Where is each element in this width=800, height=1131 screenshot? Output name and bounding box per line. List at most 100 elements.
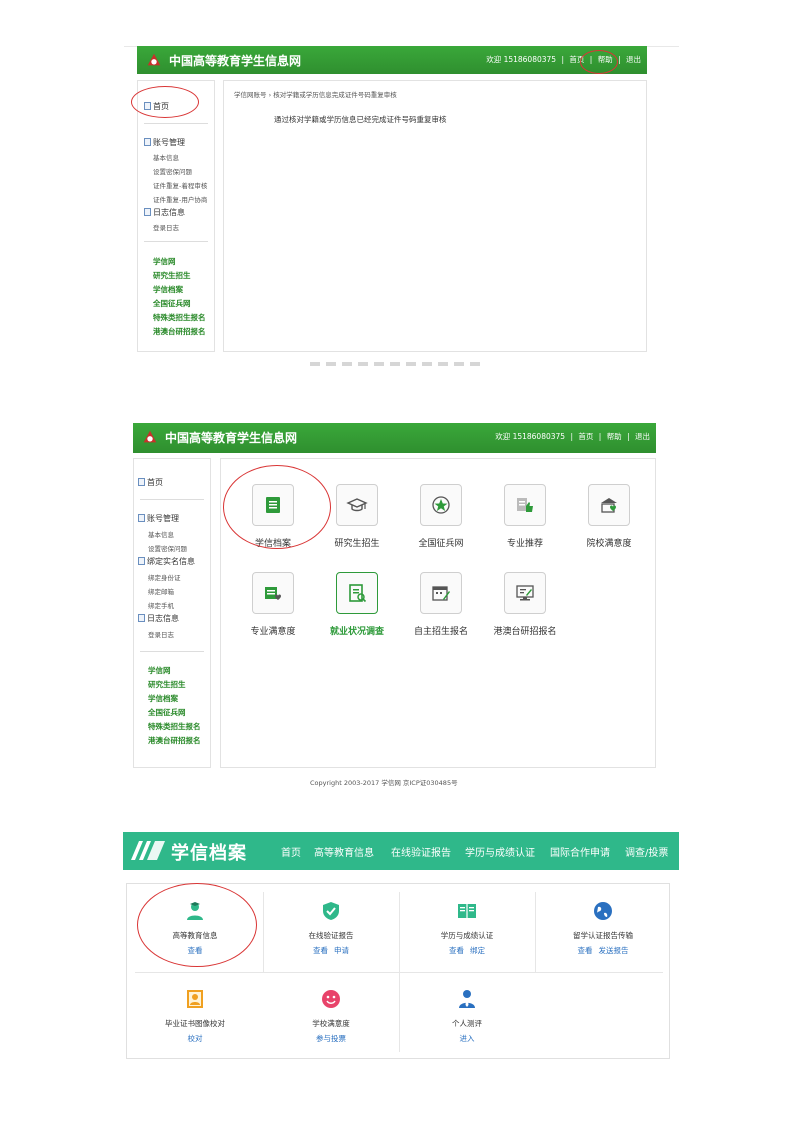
nav-logout[interactable]: 退出 [635,432,650,441]
sidebar-link[interactable]: 港澳台研招报名 [153,326,206,337]
card-diploma-image-check[interactable]: 毕业证书图像校对 校对 [127,988,263,1044]
sidebar-link[interactable]: 学信网 [153,256,176,267]
nav-help[interactable]: 帮助 [607,432,622,441]
sidebar-link[interactable]: 学信档案 [148,693,178,704]
page-icon [138,614,145,622]
sidebar-subitem[interactable]: 证件重复-着程审核 [153,180,207,190]
link-check[interactable]: 校对 [188,1034,203,1043]
sidebar-subitem[interactable]: 基本信息 [148,529,174,539]
sidebar-link[interactable]: 全国征兵网 [153,298,191,309]
id-photo-icon [187,990,203,1008]
header-nav: 欢迎 15186080375 | 首页 | 帮助 | 退出 [495,432,650,441]
thumbs-up-icon [517,498,533,512]
sidebar-link[interactable]: 特殊类招生报名 [153,312,206,323]
page-icon [144,208,151,216]
page-icon [138,514,145,522]
header-bar: 中国高等教育学生信息网 欢迎 15186080375 | 首页 | 帮助 | 退… [137,46,647,74]
nav-home[interactable]: 首页 [578,432,593,441]
nav-international[interactable]: 国际合作申请 [550,844,610,859]
link-apply[interactable]: 申请 [334,946,349,955]
sidebar-item-realname[interactable]: 绑定实名信息 [138,556,195,567]
link-bind[interactable]: 绑定 [470,946,485,955]
sidebar-subitem[interactable]: 绑定手机 [148,600,174,610]
nav-survey[interactable]: 调查/投票 [625,844,668,859]
sidebar-link[interactable]: 特殊类招生报名 [148,721,201,732]
welcome-text: 欢迎 15186080375 [486,55,557,64]
sidebar-item-log[interactable]: 日志信息 [144,207,185,218]
sidebar-link[interactable]: 研究生招生 [153,270,191,281]
highlight-ring-higher-education [137,883,257,967]
link-view[interactable]: 查看 [449,946,464,955]
tile-major-recommend[interactable]: 专业推荐 [490,484,560,549]
copyright-footer: Copyright 2003-2017 学信网 京ICP证030485号 [310,779,458,787]
nav-online-report[interactable]: 在线验证报告 [391,844,451,859]
sidebar: 首页 账号管理 基本信息 设置密保问题 绑定实名信息 绑定身份证 绑定邮箱 绑定… [133,458,211,768]
page-icon [144,138,151,146]
tile-hmt-graduate[interactable]: 港澳台研招报名 [490,572,560,637]
card-personal-assessment[interactable]: 个人测评 进入 [399,988,535,1044]
main-content: 学信网账号 › 核对学籍或学历信息完成证件号码重复审核 通过核对学籍或学历信息已… [223,80,647,352]
school-heart-icon [601,498,617,513]
archive-header: 学信档案 首页 高等教育信息 在线验证报告 学历与成绩认证 国际合作申请 调查/… [123,832,679,870]
archive-title: 学信档案 [171,843,247,864]
shield-check-icon [323,902,339,920]
sidebar-subitem[interactable]: 设置密保问题 [153,166,192,176]
highlight-ring-sidebar-home [131,86,199,118]
highlight-ring-archive [223,465,331,549]
chsi-logo-icon [143,430,157,443]
footer-cropped [310,362,480,366]
smiley-icon [322,990,340,1008]
sidebar-subitem[interactable]: 登录日志 [153,222,179,232]
star-badge-icon [432,496,450,514]
chart-heart-icon [265,587,281,600]
book-icon [458,904,476,918]
nav-logout[interactable]: 退出 [626,55,641,64]
site-title: 中国高等教育学生信息网 [165,431,298,445]
sidebar-subitem[interactable]: 设置密保问题 [148,543,187,553]
sidebar-subitem[interactable]: 登录日志 [148,629,174,639]
link-send-report[interactable]: 发送报告 [599,946,629,955]
sidebar-subitem[interactable]: 绑定邮箱 [148,586,174,596]
card-school-satisfaction[interactable]: 学校满意度 参与投票 [263,988,399,1044]
card-online-report[interactable]: 在线验证报告 查看 申请 [263,900,399,956]
globe-icon [594,902,612,920]
card-study-abroad-report[interactable]: 留学认证报告传输 查看 发送报告 [535,900,671,956]
tile-major-satisfaction[interactable]: 专业满意度 [238,572,308,637]
header-bar: 中国高等教育学生信息网 欢迎 15186080375 | 首页 | 帮助 | 退… [133,423,656,453]
sidebar-link[interactable]: 港澳台研招报名 [148,735,201,746]
link-vote[interactable]: 参与投票 [316,1034,346,1043]
graduation-cap-icon [346,498,368,512]
sidebar: 首页 账号管理 基本信息 设置密保问题 证件重复-着程审核 证件重复-用户协商 … [137,80,215,352]
sidebar-link[interactable]: 全国征兵网 [148,707,186,718]
site-title: 中国高等教育学生信息网 [169,54,302,68]
sidebar-item-log[interactable]: 日志信息 [138,613,179,624]
link-view[interactable]: 查看 [578,946,593,955]
tile-graduate-admission[interactable]: 研究生招生 [322,484,392,549]
nav-higher-education[interactable]: 高等教育信息 [314,844,374,859]
highlight-ring-home [580,50,618,74]
sidebar-item-account[interactable]: 账号管理 [138,513,179,524]
sidebar-subitem[interactable]: 证件重复-用户协商 [153,194,207,204]
calendar-edit-icon [432,586,450,601]
nav-home[interactable]: 首页 [281,844,301,859]
chsi-logo-icon [147,53,161,66]
sidebar-link[interactable]: 研究生招生 [148,679,186,690]
monitor-edit-icon [516,585,534,601]
sidebar-link[interactable]: 学信档案 [153,284,183,295]
sidebar-subitem[interactable]: 基本信息 [153,152,179,162]
tile-independent-admission[interactable]: 自主招生报名 [406,572,476,637]
sidebar-link[interactable]: 学信网 [148,665,171,676]
status-message: 通过核对学籍或学历信息已经完成证件号码重复审核 [274,115,447,124]
nav-degree-certification[interactable]: 学历与成绩认证 [465,844,535,859]
tile-conscription[interactable]: 全国征兵网 [406,484,476,549]
sidebar-item-account[interactable]: 账号管理 [144,137,185,148]
survey-icon [349,584,367,603]
link-enter[interactable]: 进入 [460,1034,475,1043]
tile-employment-survey[interactable]: 就业状况调查 [322,572,392,637]
tile-school-satisfaction[interactable]: 院校满意度 [574,484,644,549]
card-degree-certification[interactable]: 学历与成绩认证 查看 绑定 [399,900,535,956]
sidebar-subitem[interactable]: 绑定身份证 [148,572,181,582]
link-view[interactable]: 查看 [313,946,328,955]
xuexin-logo-icon [131,841,165,860]
sidebar-item-home[interactable]: 首页 [138,477,163,488]
